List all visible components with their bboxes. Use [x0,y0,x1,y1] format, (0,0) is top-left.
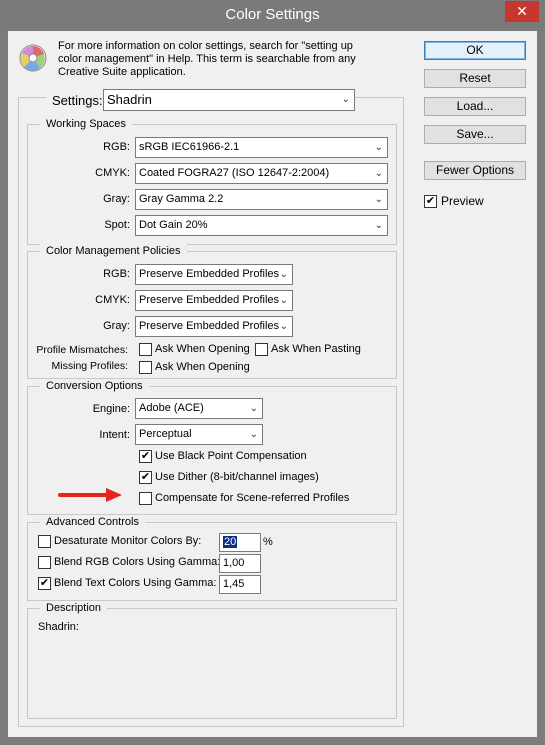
ws-rgb-label: RGB: [103,141,130,153]
dither-label: Use Dither (8-bit/channel images) [155,471,319,483]
ws-rgb-dropdown[interactable]: sRGB IEC61966-2.1 ⌄ [135,137,388,158]
ok-button[interactable]: OK [424,41,526,60]
policies-title: Color Management Policies [40,244,187,258]
conversion-title: Conversion Options [40,379,149,393]
chevron-down-icon: ⌄ [279,295,288,306]
intent-label: Intent: [99,429,130,441]
ws-spot-dropdown[interactable]: Dot Gain 20% ⌄ [135,215,388,236]
settings-dropdown[interactable]: Shadrin ⌄ [103,89,355,111]
desaturate-checkbox[interactable] [38,535,51,548]
blend-text-input[interactable]: 1,45 [219,575,261,594]
scene-referred-checkbox[interactable] [139,492,152,505]
cmp-rgb-label: RGB: [103,268,130,280]
cmp-rgb-dropdown[interactable]: Preserve Embedded Profiles ⌄ [135,264,293,285]
black-point-label: Use Black Point Compensation [155,450,307,462]
info-text: For more information on color settings, … [58,40,358,79]
load-button[interactable]: Load... [424,97,526,116]
desaturate-label: Desaturate Monitor Colors By: [54,535,202,547]
engine-label: Engine: [92,403,130,415]
cmp-cmyk-label: CMYK: [95,294,130,306]
info-line: Creative Suite application. [58,66,186,78]
ws-gray-value: Gray Gamma 2.2 [139,193,224,205]
intent-value: Perceptual [139,428,192,440]
ws-gray-dropdown[interactable]: Gray Gamma 2.2 ⌄ [135,189,388,210]
settings-value: Shadrin [107,92,152,107]
black-point-checkbox[interactable] [139,450,152,463]
percent-label: % [263,536,273,548]
ws-gray-label: Gray: [103,193,130,205]
color-settings-window: Color Settings ✕ For more information on… [0,0,545,745]
cmp-gray-label: Gray: [103,320,130,332]
intent-dropdown[interactable]: Perceptual ⌄ [135,424,263,445]
scene-referred-label: Compensate for Scene-referred Profiles [155,492,350,504]
ask-opening-missing-checkbox[interactable] [139,361,152,374]
dither-checkbox[interactable] [139,471,152,484]
ws-cmyk-value: Coated FOGRA27 (ISO 12647-2:2004) [139,167,330,179]
desaturate-input[interactable]: 20 [219,533,261,552]
reset-button[interactable]: Reset [424,69,526,88]
description-text: Shadrin: [38,621,79,633]
engine-dropdown[interactable]: Adobe (ACE) ⌄ [135,398,263,419]
cmp-cmyk-value: Preserve Embedded Profiles [139,294,280,306]
chevron-down-icon: ⌄ [374,220,383,231]
working-spaces-title: Working Spaces [40,117,132,131]
ask-opening-missing-label: Ask When Opening [155,361,250,373]
chevron-down-icon: ⌄ [374,194,383,205]
title-bar[interactable]: Color Settings ✕ [0,0,545,31]
description-group: Description [27,601,397,719]
dialog-body: For more information on color settings, … [8,31,537,737]
missing-profiles-label: Missing Profiles: [51,360,128,372]
chevron-down-icon: ⌄ [374,142,383,153]
ws-rgb-value: sRGB IEC61966-2.1 [139,141,240,153]
blend-text-label: Blend Text Colors Using Gamma: [54,577,217,589]
close-button[interactable]: ✕ [505,1,539,22]
ask-pasting-checkbox[interactable] [255,343,268,356]
chevron-down-icon: ⌄ [374,168,383,179]
save-button[interactable]: Save... [424,125,526,144]
ws-spot-label: Spot: [104,219,130,231]
red-arrow-icon [58,488,122,502]
ask-pasting-label: Ask When Pasting [271,343,361,355]
settings-label: Settings: [46,93,109,108]
chevron-down-icon: ⌄ [279,321,288,332]
engine-value: Adobe (ACE) [139,402,204,414]
blend-text-checkbox[interactable] [38,577,51,590]
cmp-cmyk-dropdown[interactable]: Preserve Embedded Profiles ⌄ [135,290,293,311]
blend-rgb-input[interactable]: 1,00 [219,554,261,573]
color-wheel-icon [19,44,47,72]
ask-opening-checkbox[interactable] [139,343,152,356]
preview-label: Preview [441,194,484,208]
description-title: Description [40,601,108,615]
window-title: Color Settings [225,6,320,23]
ws-spot-value: Dot Gain 20% [139,219,208,231]
profile-mismatches-label: Profile Mismatches: [36,344,128,356]
chevron-down-icon: ⌄ [249,403,258,414]
close-icon: ✕ [516,3,528,19]
blend-rgb-label: Blend RGB Colors Using Gamma: [54,556,221,568]
preview-checkbox[interactable] [424,195,437,208]
fewer-options-button[interactable]: Fewer Options [424,161,526,180]
cmp-gray-value: Preserve Embedded Profiles [139,320,280,332]
desaturate-value: 20 [223,536,238,548]
ask-opening-label: Ask When Opening [155,343,250,355]
advanced-title: Advanced Controls [40,515,145,529]
info-line: color management" in Help. This term is … [58,53,356,65]
chevron-down-icon: ⌄ [249,429,258,440]
chevron-down-icon: ⌄ [341,94,350,105]
cmp-gray-dropdown[interactable]: Preserve Embedded Profiles ⌄ [135,316,293,337]
blend-rgb-checkbox[interactable] [38,556,51,569]
ws-cmyk-dropdown[interactable]: Coated FOGRA27 (ISO 12647-2:2004) ⌄ [135,163,388,184]
info-line: For more information on color settings, … [58,40,353,52]
cmp-rgb-value: Preserve Embedded Profiles [139,268,280,280]
chevron-down-icon: ⌄ [279,269,288,280]
ws-cmyk-label: CMYK: [95,167,130,179]
